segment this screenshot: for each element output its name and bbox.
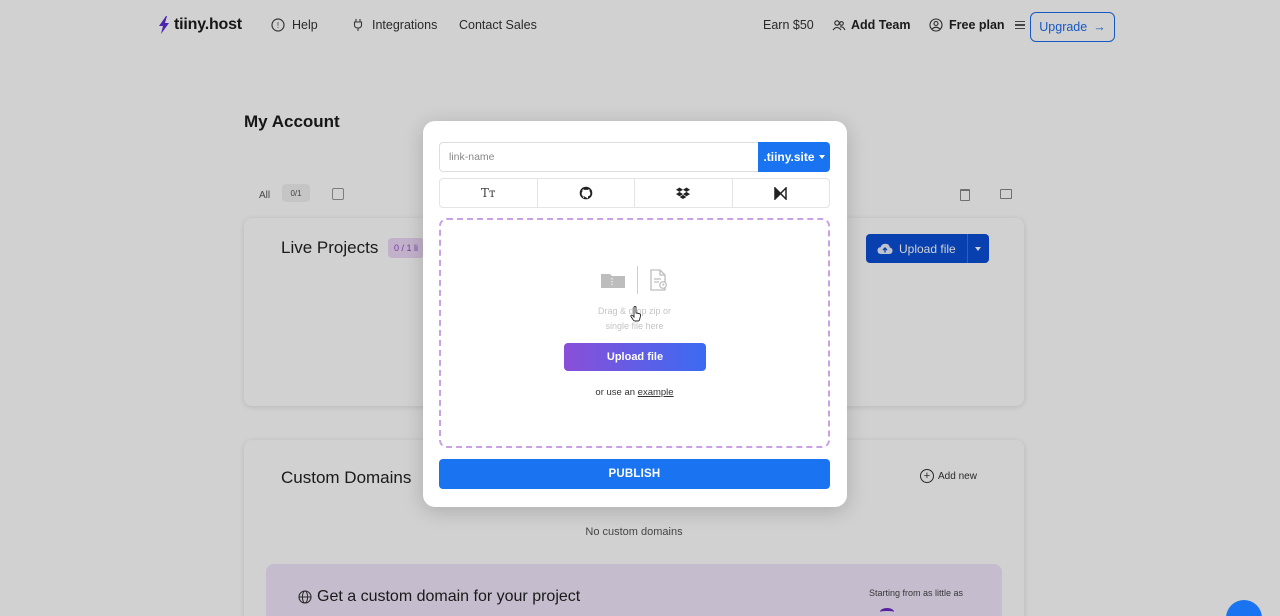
domain-suffix-label: .tiiny.site [763, 150, 815, 164]
upload-file-button[interactable]: Upload file [564, 343, 706, 371]
example-link[interactable]: example [638, 387, 674, 398]
zip-folder-icon [600, 274, 625, 288]
caret-down-icon [818, 155, 825, 159]
publish-button[interactable]: PUBLISH [439, 459, 830, 489]
file-drop-zone[interactable]: Drag & drop zip or single file here Uplo… [439, 218, 830, 448]
text-icon: Tт [480, 186, 496, 200]
source-tabs: Tт [439, 178, 830, 208]
drop-zone-divider [636, 266, 638, 294]
use-example-text: or use an example [441, 387, 828, 398]
link-name-input[interactable] [439, 142, 759, 172]
tab-text[interactable]: Tт [440, 179, 538, 207]
dropbox-icon [676, 187, 691, 199]
tab-ai-builder[interactable] [733, 179, 830, 207]
drop-zone-icons [595, 266, 673, 294]
hand-cursor-icon [630, 306, 642, 322]
tab-dropbox[interactable] [635, 179, 733, 207]
github-icon [579, 186, 593, 200]
tab-github[interactable] [538, 179, 635, 207]
file-icon [649, 269, 667, 291]
domain-suffix-dropdown[interactable]: .tiiny.site [758, 142, 830, 172]
ai-builder-icon [774, 186, 787, 200]
example-prefix: or use an [595, 387, 636, 398]
